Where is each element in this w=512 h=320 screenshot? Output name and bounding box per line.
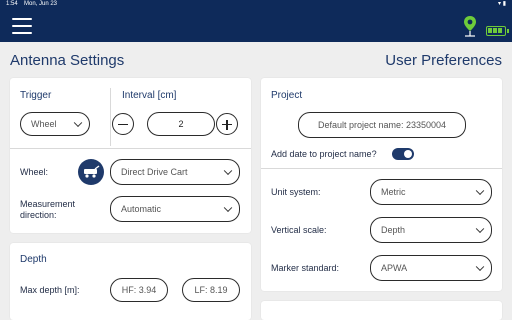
- trigger-select[interactable]: Wheel: [20, 112, 90, 136]
- unit-system-value: Metric: [381, 187, 406, 197]
- system-status-icons: ▾ ▮: [498, 1, 506, 7]
- antenna-settings-card: Trigger Interval [cm] Wheel 2 Wheel: Dir…: [10, 78, 251, 233]
- interval-value: 2: [178, 119, 184, 129]
- marker-standard-value: APWA: [381, 263, 408, 273]
- user-preferences-card: Project Default project name: 23350004 A…: [261, 78, 502, 291]
- wheel-label: Wheel:: [20, 167, 49, 177]
- status-date: Mon, Jun 23: [24, 1, 58, 7]
- lf-depth-value[interactable]: LF: 8.19: [182, 278, 240, 302]
- chevron-down-icon: [475, 262, 485, 272]
- project-heading: Project: [271, 90, 303, 101]
- interval-input[interactable]: 2: [147, 112, 215, 136]
- hf-value: HF: 3.94: [121, 285, 157, 295]
- divider: [261, 168, 502, 169]
- interval-heading: Interval [cm]: [122, 90, 177, 101]
- status-bar: 1:54 Mon, Jun 23 ▾ ▮: [0, 0, 512, 8]
- chevron-down-icon: [223, 203, 233, 213]
- decrease-interval-button[interactable]: [112, 113, 134, 135]
- divider: [10, 148, 251, 149]
- status-time: 1:54: [6, 1, 18, 7]
- measurement-direction-select[interactable]: Automatic: [110, 196, 240, 222]
- increase-interval-button[interactable]: [216, 113, 238, 135]
- add-date-label: Add date to project name?: [271, 149, 377, 159]
- measurement-direction-label: Measurement direction:: [20, 199, 76, 220]
- user-preferences-title: User Preferences: [385, 52, 502, 69]
- max-depth-label: Max depth [m]:: [20, 285, 80, 295]
- hf-depth-value[interactable]: HF: 3.94: [110, 278, 168, 302]
- trigger-value: Wheel: [31, 119, 57, 129]
- toggle-knob: [404, 150, 412, 158]
- menu-icon[interactable]: [12, 18, 32, 34]
- chevron-down-icon: [73, 118, 83, 128]
- chevron-down-icon: [475, 224, 485, 234]
- trigger-heading: Trigger: [20, 90, 52, 101]
- vertical-scale-select[interactable]: Depth: [370, 217, 492, 243]
- unit-system-select[interactable]: Metric: [370, 179, 492, 205]
- antenna-settings-title: Antenna Settings: [10, 52, 125, 69]
- unit-system-label: Unit system:: [271, 187, 321, 197]
- marker-standard-label: Marker standard:: [271, 263, 340, 273]
- project-name-button[interactable]: Default project name: 23350004: [298, 112, 466, 138]
- app-bar: [0, 8, 512, 42]
- project-name-value: Default project name: 23350004: [317, 120, 447, 130]
- vertical-scale-label: Vertical scale:: [271, 225, 327, 235]
- divider: [110, 88, 111, 146]
- cart-icon[interactable]: [78, 159, 104, 185]
- depth-heading: Depth: [20, 254, 47, 265]
- minus-icon: [118, 124, 128, 126]
- next-preferences-card: [261, 301, 502, 320]
- wheel-select[interactable]: Direct Drive Cart: [110, 159, 240, 185]
- chevron-down-icon: [223, 166, 233, 176]
- battery-icon: [486, 26, 509, 36]
- lf-value: LF: 8.19: [194, 285, 228, 295]
- gps-location-icon[interactable]: [462, 15, 478, 37]
- measurement-direction-value: Automatic: [121, 204, 162, 214]
- chevron-down-icon: [475, 186, 485, 196]
- depth-card: Depth Max depth [m]: HF: 3.94 LF: 8.19: [10, 243, 251, 320]
- wheel-value: Direct Drive Cart: [121, 167, 188, 177]
- marker-standard-select[interactable]: APWA: [370, 255, 492, 281]
- vertical-scale-value: Depth: [381, 225, 406, 235]
- add-date-toggle[interactable]: [392, 148, 414, 160]
